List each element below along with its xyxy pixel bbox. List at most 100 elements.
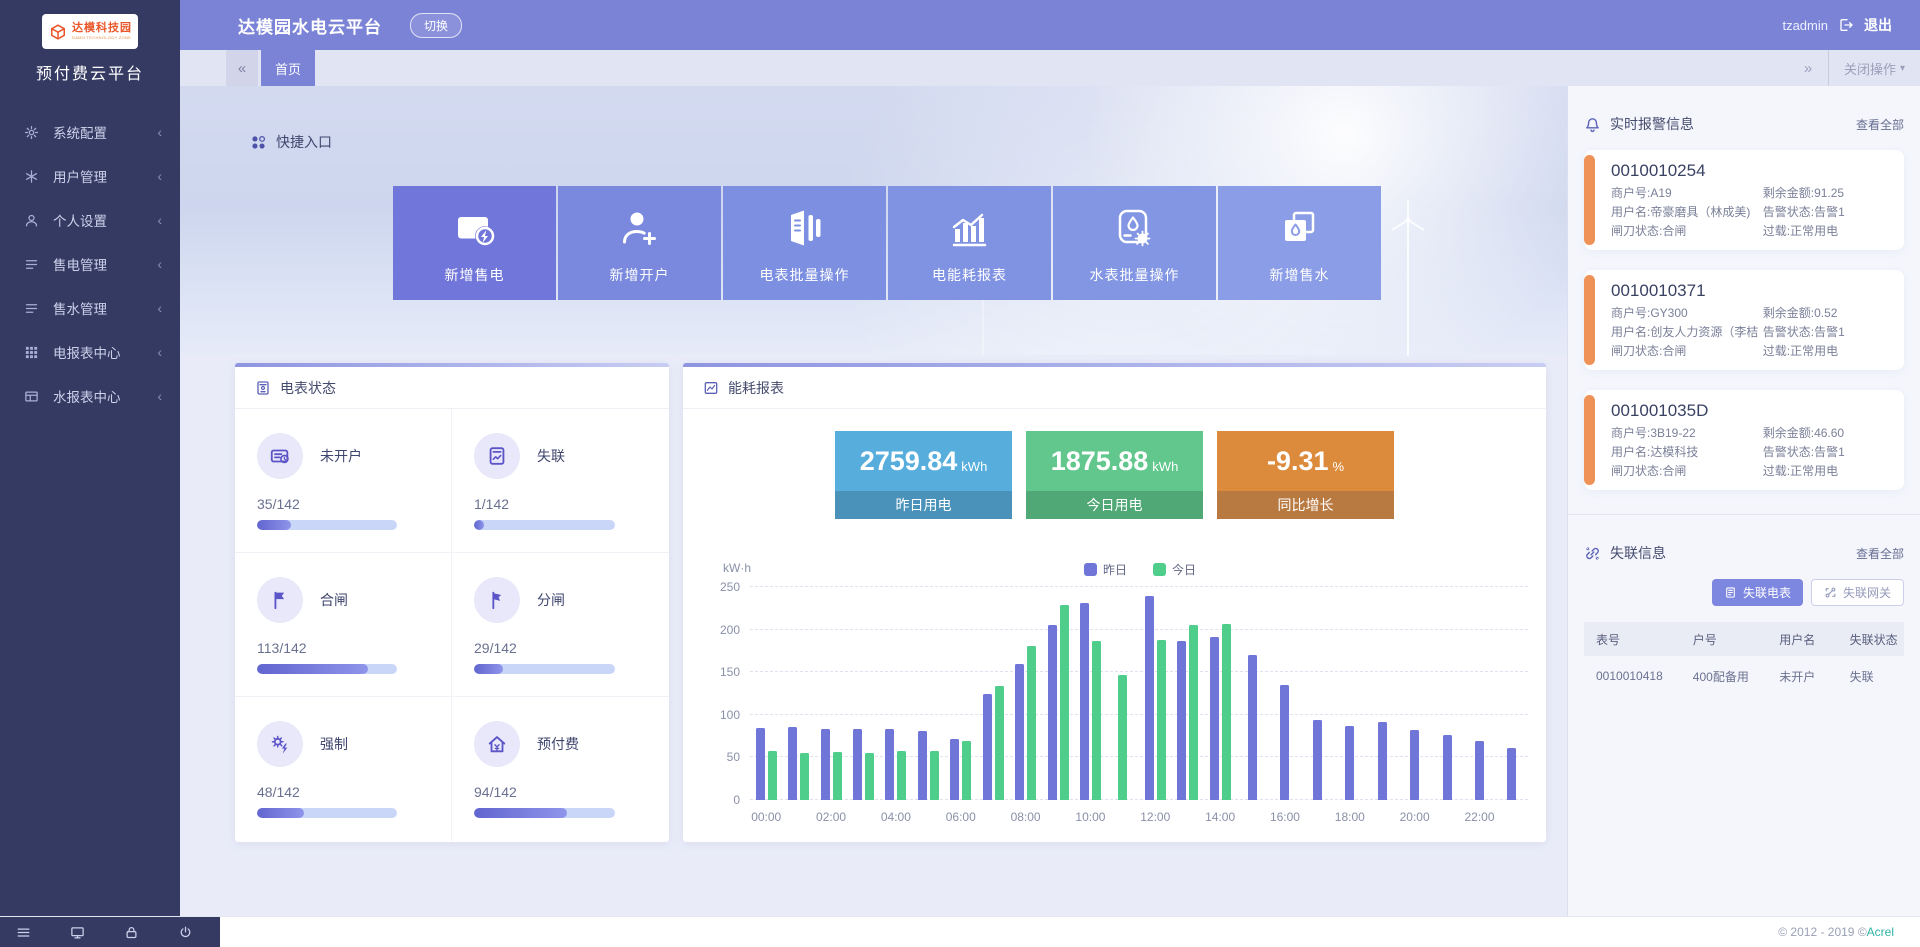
- offline-view-all-link[interactable]: 查看全部: [1856, 545, 1904, 562]
- legend-item-0[interactable]: 昨日: [1084, 561, 1127, 578]
- app-title: 达模园水电云平台: [238, 13, 382, 38]
- alarm-detail-row: 闸刀状态:合闸过载:正常用电: [1611, 342, 1892, 361]
- alarm-view-all-link[interactable]: 查看全部: [1856, 116, 1904, 133]
- menu-icon[interactable]: [16, 925, 31, 940]
- offline-panel-title: 失联信息: [1610, 543, 1666, 563]
- close-actions-label: 关闭操作: [1844, 59, 1896, 78]
- lock-icon[interactable]: [124, 925, 139, 940]
- stat-icon-badge: [474, 433, 520, 479]
- bell-icon: [1584, 116, 1601, 133]
- sidebar-item-4[interactable]: 售水管理‹: [0, 286, 180, 330]
- chart-y-axis-label: kW·h: [723, 561, 751, 575]
- chart-y-tick: 0: [733, 793, 740, 807]
- quick-button-add-user[interactable]: 新增开户: [558, 186, 721, 300]
- add-user-icon: [618, 206, 662, 250]
- alarm-detail-left: 商户号:GY300: [1611, 304, 1763, 323]
- bar-今日-12:00: [1157, 640, 1166, 800]
- card-icon: [269, 445, 291, 467]
- sidebar-item-0[interactable]: 系统配置‹: [0, 110, 180, 154]
- kpi-unit: kWh: [961, 459, 987, 474]
- water-batch-icon: [1113, 206, 1157, 250]
- switch-button[interactable]: 切换: [410, 13, 462, 38]
- tabs-scroll-left-icon[interactable]: «: [226, 50, 258, 86]
- chart-x-tick: 16:00: [1270, 810, 1300, 824]
- sidebar-item-2[interactable]: 个人设置‹: [0, 198, 180, 242]
- quick-button-label: 电表批量操作: [723, 265, 886, 285]
- chevron-left-icon: ‹: [157, 388, 162, 404]
- sidebar-item-3[interactable]: 售电管理‹: [0, 242, 180, 286]
- alarm-detail-left: 商户号:3B19-22: [1611, 424, 1763, 443]
- sidebar-item-1[interactable]: 用户管理‹: [0, 154, 180, 198]
- quick-button-water-batch[interactable]: 水表批量操作: [1053, 186, 1216, 300]
- bar-group-13:00: [1171, 587, 1203, 800]
- list-icon: [24, 257, 39, 272]
- sidebar-item-5[interactable]: 电报表中心‹: [0, 330, 180, 374]
- quick-button-label: 新增售电: [393, 265, 556, 285]
- stat-progress-track: [474, 664, 615, 674]
- app-root: 达模科技园 DAMO TECHNOLOGY ZONE 预付费云平台 系统配置‹用…: [0, 0, 1920, 947]
- kpi-label: 昨日用电: [835, 491, 1012, 519]
- bar-group-05:00: [912, 587, 944, 800]
- topbar: 达模园水电云平台 切换 tzadmin 退出: [180, 0, 1920, 50]
- energy-report-icon: [703, 380, 719, 396]
- bar-昨日-15:00: [1248, 655, 1257, 800]
- quick-button-label: 新增售水: [1218, 265, 1381, 285]
- stat-icon-badge: [474, 577, 520, 623]
- energy-report-icon: [948, 206, 992, 250]
- quick-button-sell-electric[interactable]: 新增售电: [393, 186, 556, 300]
- logout-button[interactable]: 退出: [1864, 15, 1892, 35]
- alarm-card-0[interactable]: 0010010254商户号:A19剩余金额:91.25用户名:帝豪磨具（林成美)…: [1584, 150, 1904, 250]
- stat-count: 48/142: [257, 784, 431, 800]
- stat-top: 合闸: [257, 577, 431, 623]
- bar-group-06:00: 06:00: [945, 587, 977, 800]
- offline-table: 表号户号用户名失联状态 0010010418400配备用未开户失联: [1584, 622, 1904, 696]
- offline-gateway-button[interactable]: 失联网关: [1811, 579, 1904, 606]
- kpi-unit: kWh: [1152, 459, 1178, 474]
- power-icon[interactable]: [178, 925, 193, 940]
- bar-group-14:00: 14:00: [1204, 587, 1236, 800]
- chevron-left-icon: ‹: [157, 256, 162, 272]
- alarm-card-2[interactable]: 001001035D商户号:3B19-22剩余金额:46.60用户名:达模科技告…: [1584, 390, 1904, 490]
- sidebar-item-label: 售电管理: [53, 254, 157, 274]
- chart-x-tick: 00:00: [751, 810, 781, 824]
- chart-y-tick: 50: [727, 750, 740, 764]
- alarm-panel-title: 实时报警信息: [1610, 114, 1694, 134]
- flag-off-icon: [486, 589, 508, 611]
- chevron-left-icon: ‹: [157, 344, 162, 360]
- table-icon: [24, 389, 39, 404]
- bar-group-09:00: [1042, 587, 1074, 800]
- quick-button-meter-batch[interactable]: 电表批量操作: [723, 186, 886, 300]
- monitor-icon[interactable]: [70, 925, 85, 940]
- alarm-card-1[interactable]: 0010010371商户号:GY300剩余金额:0.52用户名:创友人力资源（李…: [1584, 270, 1904, 370]
- quick-button-sell-water[interactable]: 新增售水: [1218, 186, 1381, 300]
- username[interactable]: tzadmin: [1782, 18, 1828, 33]
- bar-今日-14:00: [1222, 624, 1231, 800]
- offline-meter-button[interactable]: 失联电表: [1712, 579, 1803, 606]
- stat-progress-track: [257, 664, 397, 674]
- chart-y-tick: 200: [720, 623, 740, 637]
- tabs-scroll-right-icon[interactable]: »: [1788, 50, 1828, 86]
- chart-x-tick: 04:00: [881, 810, 911, 824]
- chart-x-tick: 08:00: [1011, 810, 1041, 824]
- chevron-left-icon: ‹: [157, 168, 162, 184]
- offline-col-header: 失联状态: [1850, 631, 1904, 648]
- legend-item-1[interactable]: 今日: [1153, 561, 1196, 578]
- bar-group-10:00: 10:00: [1074, 587, 1106, 800]
- alarm-meter-id: 0010010371: [1611, 281, 1892, 301]
- alarm-detail-row: 用户名:创友人力资源（李桔告警状态:告警1: [1611, 323, 1892, 342]
- alarm-detail-right: 剩余金额:91.25: [1763, 184, 1892, 203]
- bar-group-03:00: [847, 587, 879, 800]
- sidebar-item-6[interactable]: 水报表中心‹: [0, 374, 180, 418]
- stat-count: 35/142: [257, 496, 431, 512]
- stat-icon-badge: [474, 721, 520, 767]
- legend-swatch: [1084, 563, 1097, 576]
- logout-icon[interactable]: [1838, 17, 1854, 33]
- bar-昨日-10:00: [1080, 603, 1089, 800]
- quick-button-label: 电能耗报表: [888, 265, 1051, 285]
- offline-table-row[interactable]: 0010010418400配备用未开户失联: [1584, 656, 1904, 696]
- tab-home[interactable]: 首页: [261, 50, 315, 86]
- chevron-left-icon: ‹: [157, 300, 162, 316]
- quick-button-energy-report[interactable]: 电能耗报表: [888, 186, 1051, 300]
- close-actions-dropdown[interactable]: 关闭操作 ▾: [1828, 50, 1920, 86]
- bar-昨日-05:00: [918, 731, 927, 800]
